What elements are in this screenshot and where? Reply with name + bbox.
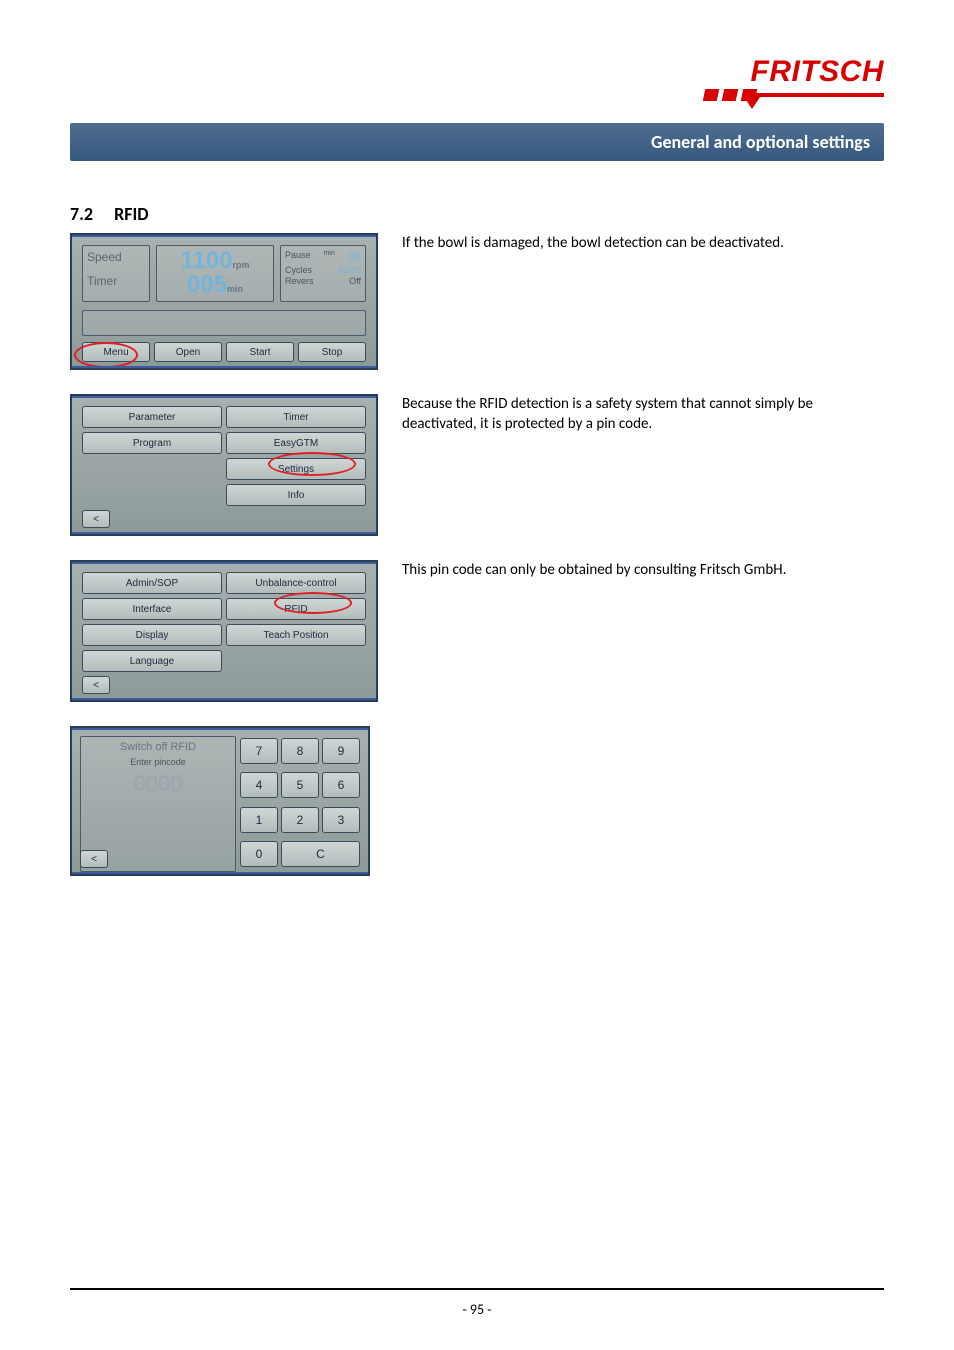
paragraph-1: If the bowl is damaged, the bowl detecti…	[402, 233, 884, 253]
value-speed: 1100	[180, 247, 232, 274]
section-banner: General and optional settings	[70, 123, 884, 161]
device-screenshot-settings: Admin/SOP Unbalance-control Interface RF…	[70, 560, 378, 702]
section-title: RFID	[114, 203, 149, 225]
rfid-button[interactable]: RFID	[226, 598, 366, 620]
section-banner-title: General and optional settings	[651, 131, 870, 153]
footer-rule	[70, 1288, 884, 1290]
teach-position-button[interactable]: Teach Position	[226, 624, 366, 646]
value-timer: 005	[187, 271, 227, 298]
menu-button[interactable]: Menu	[82, 342, 150, 362]
key-clear[interactable]: C	[281, 841, 360, 867]
settings-button[interactable]: Settings	[226, 458, 366, 480]
unit-pause: min	[323, 250, 334, 264]
key-8[interactable]: 8	[281, 738, 319, 764]
device-screenshot-pinpad: Switch off RFID Enter pincode 0000 7 8 9…	[70, 726, 370, 876]
paragraph-2: Because the RFID detection is a safety s…	[402, 394, 884, 435]
label-cycles: Cycles	[285, 265, 312, 275]
back-button[interactable]: <	[82, 676, 110, 694]
key-9[interactable]: 9	[322, 738, 360, 764]
device-screenshot-menu: Parameter Timer Program EasyGTM Settings…	[70, 394, 378, 536]
key-4[interactable]: 4	[240, 772, 278, 798]
label-timer: Timer	[87, 274, 145, 288]
brand-wordmark: FRITSCH	[684, 55, 884, 89]
open-button[interactable]: Open	[154, 342, 222, 362]
section-heading: 7.2 RFID	[70, 203, 884, 225]
key-7[interactable]: 7	[240, 738, 278, 764]
value-cycles: 01/01	[338, 265, 361, 275]
unit-speed: rpm	[233, 260, 250, 270]
section-number: 7.2	[70, 203, 110, 225]
timer-button[interactable]: Timer	[226, 406, 366, 428]
program-button[interactable]: Program	[82, 432, 222, 454]
label-pause: Pause	[285, 250, 311, 264]
unit-timer: min	[227, 284, 243, 294]
admin-sop-button[interactable]: Admin/SOP	[82, 572, 222, 594]
pinpad-prompt: Enter pincode	[130, 757, 186, 767]
info-button[interactable]: Info	[226, 484, 366, 506]
key-6[interactable]: 6	[322, 772, 360, 798]
paragraph-3: This pin code can only be obtained by co…	[402, 560, 884, 580]
device-screenshot-home: Speed Timer 1100rpm 005min Pause min 00 …	[70, 233, 378, 370]
key-5[interactable]: 5	[281, 772, 319, 798]
unbalance-button[interactable]: Unbalance-control	[226, 572, 366, 594]
back-button[interactable]: <	[82, 510, 110, 528]
parameter-button[interactable]: Parameter	[82, 406, 222, 428]
start-button[interactable]: Start	[226, 342, 294, 362]
easygtm-button[interactable]: EasyGTM	[226, 432, 366, 454]
language-button[interactable]: Language	[82, 650, 222, 672]
page-number: - 95 -	[0, 1301, 954, 1318]
key-2[interactable]: 2	[281, 807, 319, 833]
back-button[interactable]: <	[80, 850, 108, 868]
key-3[interactable]: 3	[322, 807, 360, 833]
pinpad-title: Switch off RFID	[120, 741, 196, 753]
label-speed: Speed	[87, 250, 145, 264]
key-0[interactable]: 0	[240, 841, 278, 867]
display-button[interactable]: Display	[82, 624, 222, 646]
stop-button[interactable]: Stop	[298, 342, 366, 362]
key-1[interactable]: 1	[240, 807, 278, 833]
brand-logo: FRITSCH	[70, 55, 884, 111]
value-pause: 00	[348, 250, 361, 264]
value-revers: Off	[349, 276, 361, 286]
pinpad-value: 0000	[134, 771, 183, 797]
label-revers: Revers	[285, 276, 314, 286]
interface-button[interactable]: Interface	[82, 598, 222, 620]
